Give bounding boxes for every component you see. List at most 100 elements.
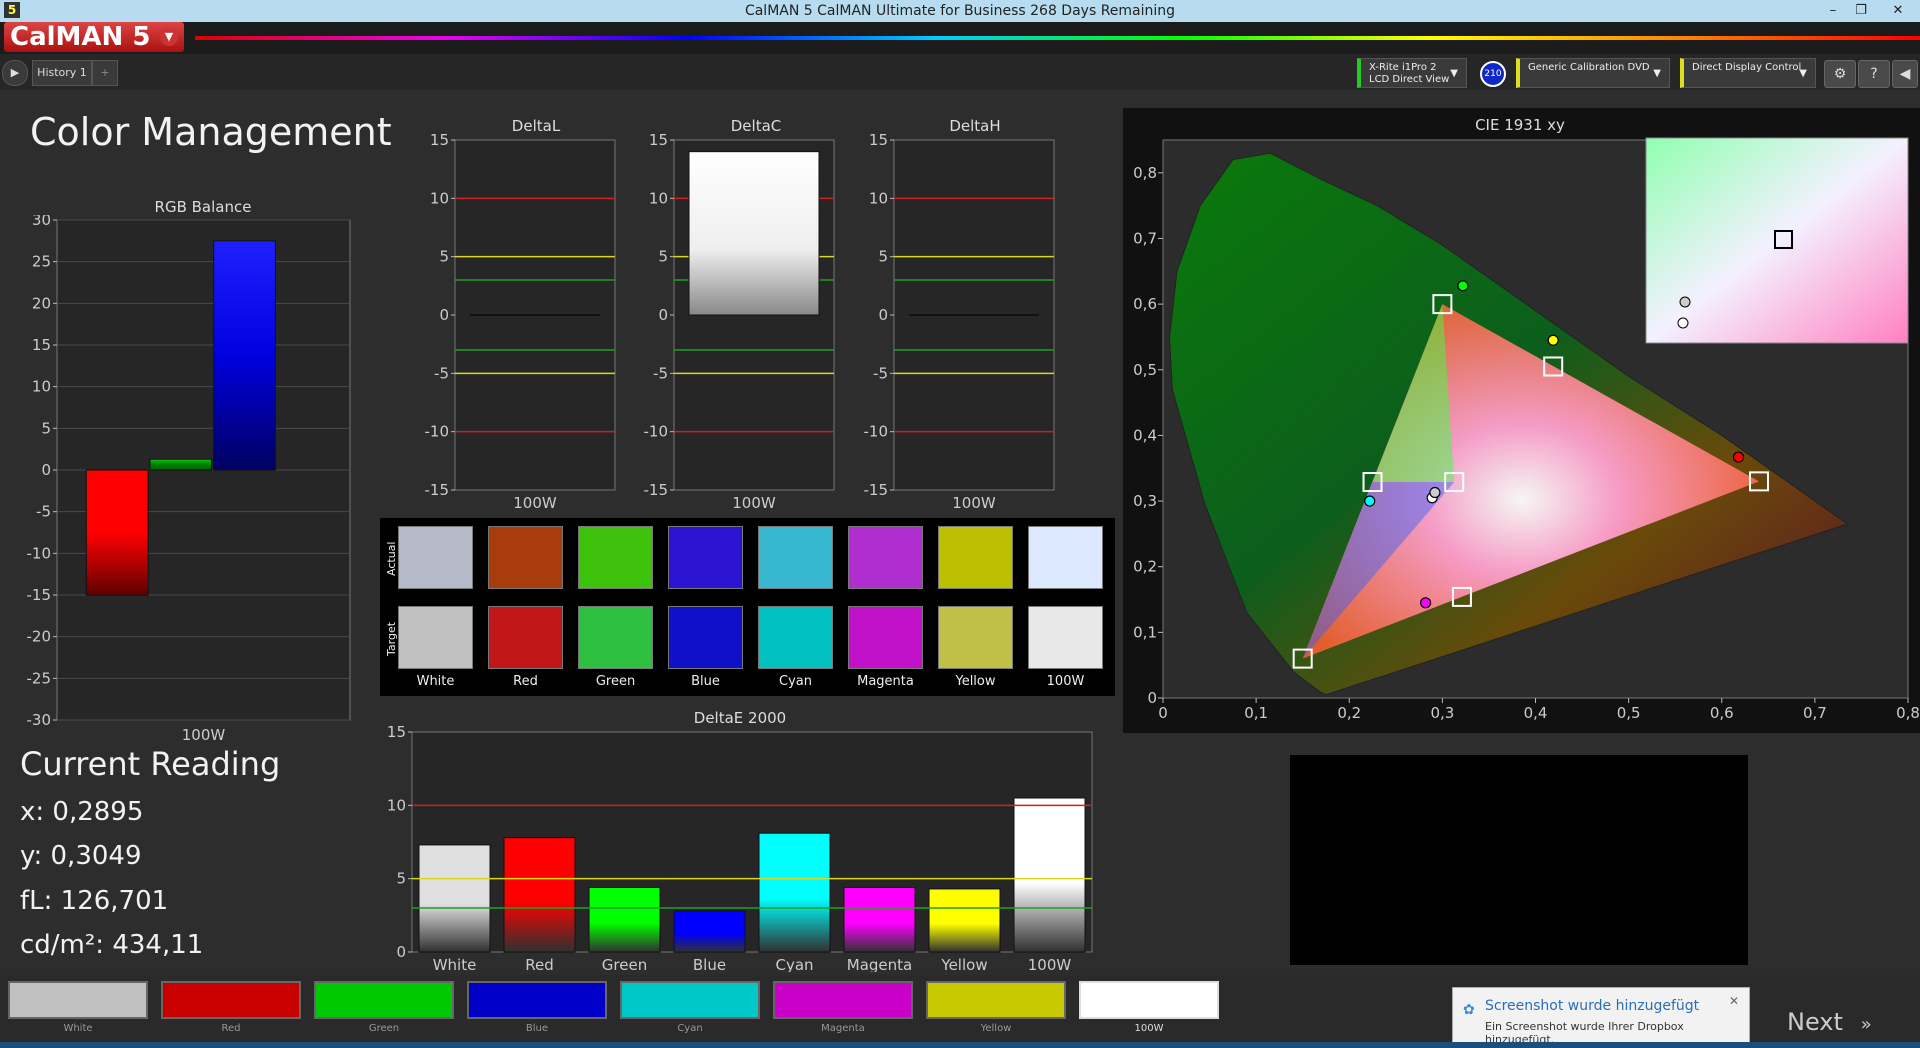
source-selector[interactable]: Generic Calibration DVD ▼ (1516, 58, 1670, 88)
target-swatch (1028, 606, 1103, 669)
current-reading-title: Current Reading (20, 745, 281, 783)
y-tick-label: -15 (425, 481, 450, 499)
y-tick-label: 0,1 (1133, 623, 1157, 641)
y-tick-label: 10 (430, 189, 449, 207)
target-swatch (758, 606, 833, 669)
chevron-down-icon: ▼ (1799, 68, 1807, 79)
dropbox-icon: ✿ (1463, 1002, 1475, 1018)
y-tick-label: 15 (649, 131, 668, 149)
rgb-bar (85, 469, 149, 596)
meter-preview-window (1290, 755, 1748, 965)
close-button[interactable]: ✕ (1880, 1, 1916, 20)
y-tick-label: 5 (41, 419, 51, 437)
actual-swatch (578, 526, 653, 589)
patch-label: Cyan (677, 1023, 703, 1034)
y-tick-label: 10 (869, 189, 888, 207)
patch-label: White (63, 1023, 93, 1034)
y-tick-label: 15 (387, 723, 406, 741)
x-tick-label: Yellow (940, 956, 987, 972)
rgb-balance-chart: 30 25 20 15 10 5 0 -5 -10 -15 -20 -25 -30 100W (27, 215, 351, 744)
minimize-button[interactable]: – (1820, 1, 1846, 20)
x-tick-label: 0,8 (1896, 704, 1920, 722)
next-label: Next (1787, 1008, 1843, 1036)
x-tick-label: 0,5 (1617, 704, 1641, 722)
brand-bar: CalMAN 5 ▼ (0, 22, 1920, 54)
chevron-down-icon: ▼ (1450, 68, 1458, 79)
patch-label: Green (368, 1023, 400, 1034)
patch-button[interactable] (926, 981, 1066, 1019)
actual-marker (1429, 486, 1441, 499)
y-tick-label: -10 (425, 423, 450, 441)
chevron-down-icon[interactable]: ▼ (160, 28, 178, 46)
tab-history-1[interactable]: History 1 (32, 60, 92, 86)
x-tick-label: 0,4 (1524, 704, 1548, 722)
swatch-label: Magenta (857, 674, 914, 689)
actual-swatch (488, 526, 563, 589)
x-tick-label: 0,7 (1803, 704, 1827, 722)
actual-marker (1457, 280, 1469, 292)
patch-button[interactable] (467, 981, 607, 1019)
reading-y: y: 0,3049 (20, 841, 142, 871)
patch-button[interactable] (1079, 981, 1219, 1019)
patch-label: 100W (1134, 1023, 1164, 1034)
swatch-label: Red (513, 674, 538, 689)
patch-label: Red (221, 1023, 241, 1034)
target-swatch (848, 606, 923, 669)
x-tick-label: 0,3 (1430, 704, 1454, 722)
y-tick-label: 25 (32, 253, 51, 271)
target-swatch (398, 606, 473, 669)
y-tick-label: 0 (1147, 689, 1157, 707)
cie-1931-chart: 0 0,1 0,2 0,3 0,4 0,5 0,6 0,7 0,8 0,8 0,7 0,6 0,5 0,4… (1133, 137, 1920, 722)
patch-button[interactable] (620, 981, 760, 1019)
add-tab-button[interactable]: + (92, 60, 118, 86)
reading-cdm2: cd/m²: 434,11 (20, 930, 204, 960)
tab-bar: ▶ History 1 + X-Rite i1Pro 2 LCD Direct … (0, 54, 1920, 90)
help-icon[interactable]: ? (1858, 60, 1890, 88)
inset-actual-marker (1677, 317, 1689, 329)
play-icon[interactable]: ▶ (2, 60, 28, 86)
patch-button[interactable] (8, 981, 148, 1019)
y-tick-label: -5 (653, 364, 668, 382)
chevron-down-icon: ▼ (1653, 68, 1661, 79)
y-tick-label: 0 (658, 306, 668, 324)
y-tick-label: 5 (658, 248, 668, 266)
deltae-bar (758, 832, 831, 953)
deltae-2000-chart: 15 10 5 0 White Red Green Blue Cyan Magenta Yellow… (387, 723, 1093, 972)
y-tick-label: -15 (864, 481, 889, 499)
y-tick-label: 5 (878, 248, 888, 266)
actual-marker (1364, 495, 1376, 507)
page-title: Color Management (30, 110, 392, 154)
y-tick-label: 30 (32, 215, 51, 229)
toast-title: Screenshot wurde hinzugefügt (1485, 998, 1700, 1014)
y-tick-label: 20 (32, 294, 51, 312)
swatch-label: Blue (691, 674, 720, 689)
y-tick-label: 0,8 (1133, 164, 1157, 182)
calman-logo-menu[interactable]: CalMAN 5 ▼ (4, 22, 184, 52)
restore-button[interactable]: ❐ (1848, 1, 1874, 20)
actual-swatch (1028, 526, 1103, 589)
next-button[interactable]: Next » (1787, 1008, 1887, 1038)
meter-badge[interactable]: 210 (1480, 61, 1506, 87)
window-title: CalMAN 5 CalMAN Ultimate for Business 26… (744, 3, 1176, 19)
meter-mode: LCD Direct View (1369, 74, 1450, 85)
patch-button[interactable] (314, 981, 454, 1019)
y-tick-label: -10 (644, 423, 669, 441)
display-selector[interactable]: Direct Display Control ▼ (1680, 58, 1816, 88)
deltae-bar (843, 886, 916, 953)
close-icon[interactable]: ✕ (1729, 994, 1739, 1008)
collapse-panel-icon[interactable]: ◀ (1892, 60, 1918, 88)
y-tick-label: -10 (864, 423, 889, 441)
settings-gear-icon[interactable]: ⚙ (1824, 60, 1856, 88)
dropbox-toast[interactable]: ✿ Screenshot wurde hinzugefügt Ein Scree… (1452, 987, 1750, 1046)
y-tick-label: 0,7 (1133, 229, 1157, 247)
meter-selector[interactable]: X-Rite i1Pro 2 LCD Direct View ▼ (1357, 58, 1467, 88)
patch-button[interactable] (161, 981, 301, 1019)
y-tick-label: 0,6 (1133, 295, 1157, 313)
patch-label: Yellow (980, 1023, 1012, 1034)
y-tick-label: 15 (869, 131, 888, 149)
actual-marker (1420, 597, 1432, 609)
y-tick-label: 0,5 (1133, 361, 1157, 379)
inset-actual-marker (1679, 296, 1691, 308)
meter-name: X-Rite i1Pro 2 (1369, 62, 1437, 73)
patch-button[interactable] (773, 981, 913, 1019)
